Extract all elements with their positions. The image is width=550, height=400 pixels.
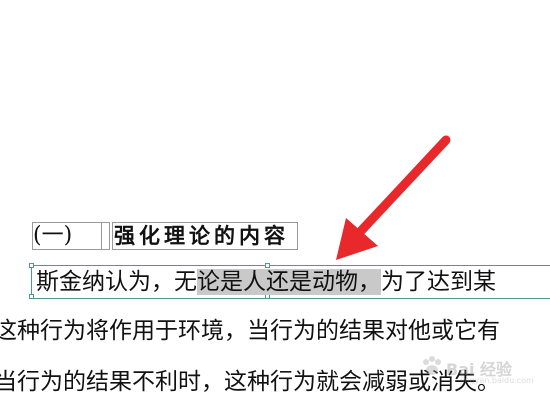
watermark-subtext: jingyan.baidu.com <box>460 376 534 385</box>
line1-text-before: 斯金纳认为，无 <box>36 269 197 295</box>
heading-spacer-box <box>102 222 110 250</box>
paragraph-line-2[interactable]: 这种行为将作用于环境，当行为的结果对他或它有 <box>0 316 500 346</box>
selected-text[interactable]: 论是人还是动物， <box>197 269 381 295</box>
heading-number[interactable]: (一) <box>32 222 102 250</box>
line1-text-after: 为了达到某 <box>381 269 496 295</box>
watermark-logo: Bai 经验 jingyan.baidu.com <box>420 354 550 394</box>
paragraph-line-1[interactable]: 斯金纳认为，无论是人还是动物，为了达到某 <box>36 267 496 297</box>
resize-handle-bottom-left[interactable] <box>29 294 34 299</box>
document-page: (一) 强化理论的内容 斯金纳认为，无论是人还是动物，为了达到某 这种行为将作用… <box>0 0 550 400</box>
resize-handle-top-left[interactable] <box>29 263 34 268</box>
heading-title[interactable]: 强化理论的内容 <box>112 222 298 250</box>
paw-icon <box>423 356 441 375</box>
